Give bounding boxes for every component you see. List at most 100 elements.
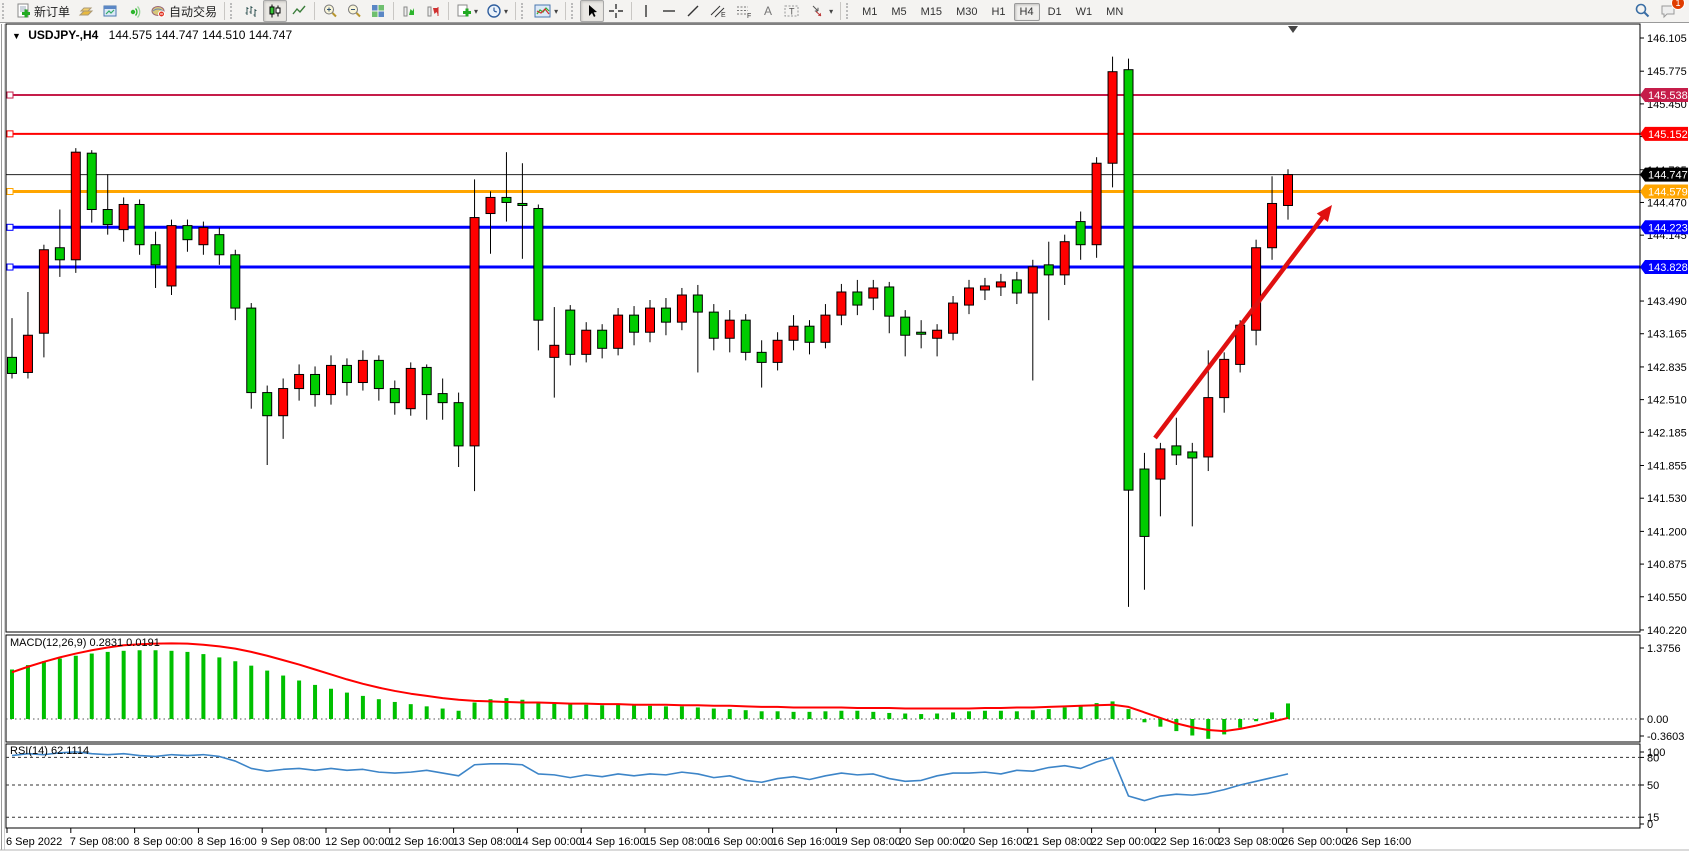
macd-histogram-bar (935, 714, 939, 720)
trendline-button[interactable] (681, 0, 705, 22)
candle-body (1220, 359, 1229, 397)
svg-text:E: E (721, 12, 726, 19)
trend-arrow[interactable] (1155, 205, 1332, 438)
signals-button[interactable] (122, 0, 146, 22)
candle-body (1124, 70, 1133, 490)
toolbar-grip[interactable] (230, 3, 237, 19)
toolbar-grip[interactable] (571, 3, 578, 19)
collapse-icon[interactable]: ▼ (12, 31, 21, 41)
toolbar-separator (314, 2, 315, 20)
chart-canvas[interactable]: 146.105145.775145.450145.125144.795144.4… (0, 0, 1689, 852)
candle-body (709, 312, 718, 338)
hline-anchor[interactable] (7, 131, 13, 137)
candle-body (263, 393, 272, 416)
equidistant-channel-button[interactable]: E (705, 0, 731, 22)
candle-body (470, 218, 479, 446)
candle-body (55, 248, 64, 260)
toolbar-grip[interactable] (846, 3, 853, 19)
fibonacci-button[interactable]: F (731, 0, 757, 22)
template-icon (534, 3, 552, 19)
timeframe-button-H1[interactable]: H1 (985, 3, 1011, 21)
candle-body (1252, 248, 1261, 330)
rsi-label: RSI(14) 62.1114 (10, 745, 89, 757)
horizontal-line-button[interactable] (657, 0, 681, 22)
timeframe-button-M1[interactable]: M1 (856, 3, 883, 21)
candle-body (630, 315, 639, 332)
chart-window-button[interactable] (98, 0, 122, 22)
shift-marker-icon[interactable] (1288, 26, 1298, 33)
candle-body (1076, 222, 1085, 245)
timeframe-button-M5[interactable]: M5 (885, 3, 912, 21)
cursor-button[interactable] (580, 0, 604, 22)
candles (8, 57, 1293, 607)
notification-badge: 1 (1671, 0, 1685, 10)
arrows-button[interactable]: ▾ (805, 0, 837, 22)
channel-icon: E (709, 3, 727, 19)
price-tick-label: 141.200 (1647, 526, 1687, 538)
autotrading-button[interactable]: 自动交易 (146, 0, 221, 22)
chevron-down-icon: ▾ (474, 7, 478, 16)
timeframe-button-M15[interactable]: M15 (915, 3, 948, 21)
time-label: 26 Sep 00:00 (1282, 836, 1347, 848)
time-axis[interactable]: 6 Sep 20227 Sep 08:008 Sep 00:008 Sep 16… (6, 828, 1411, 848)
horizontal-line-icon (661, 3, 677, 19)
timeframe-button-D1[interactable]: D1 (1042, 3, 1068, 21)
macd-histogram-bar (473, 703, 477, 720)
text-label-button[interactable]: T (779, 0, 805, 22)
vertical-line-button[interactable] (635, 0, 657, 22)
time-label: 20 Sep 16:00 (963, 836, 1028, 848)
hline-anchor[interactable] (7, 189, 13, 195)
macd-histogram-bar (871, 712, 875, 719)
chevron-down-icon: ▾ (829, 7, 833, 16)
svg-text:T: T (789, 7, 795, 17)
zoom-out-button[interactable] (342, 0, 366, 22)
candle-body (406, 368, 415, 408)
line-chart-button[interactable] (287, 0, 311, 22)
macd-histogram-bar (122, 651, 126, 719)
hline-anchor[interactable] (7, 264, 13, 270)
hline-objects[interactable] (6, 92, 1640, 270)
candle-body (454, 403, 463, 446)
profile-sell-button[interactable] (421, 0, 445, 22)
candle-body (933, 330, 942, 338)
macd-histogram-bar (584, 705, 588, 719)
crosshair-button[interactable] (604, 0, 628, 22)
search-button[interactable] (1629, 0, 1655, 22)
candle-body (741, 320, 750, 352)
hline-anchor[interactable] (7, 224, 13, 230)
periods-button[interactable]: ▾ (482, 0, 512, 22)
hline-anchor[interactable] (7, 92, 13, 98)
timeframe-button-H4[interactable]: H4 (1014, 3, 1040, 21)
arrow-line[interactable] (1155, 215, 1325, 438)
macd-histogram-bar (1031, 710, 1035, 719)
macd-axis-label: 1.3756 (1647, 643, 1681, 655)
candlestick-chart-button[interactable] (263, 0, 287, 22)
profile-buy-button[interactable] (397, 0, 421, 22)
macd-histogram-bar (823, 711, 827, 719)
indicators-button[interactable]: ▾ (452, 0, 482, 22)
zoom-in-button[interactable] (318, 0, 342, 22)
timeframe-bar: M1M5M15M30H1H4D1W1MN (855, 2, 1130, 20)
bar-chart-button[interactable] (239, 0, 263, 22)
new-order-button[interactable]: 新订单 (11, 0, 74, 22)
timeframe-button-W1[interactable]: W1 (1070, 3, 1099, 21)
tile-windows-button[interactable] (366, 0, 390, 22)
time-label: 23 Sep 08:00 (1218, 836, 1283, 848)
toolbar-grip[interactable] (521, 3, 528, 19)
notifications-button[interactable]: 1 (1655, 0, 1681, 22)
candle-body (1188, 452, 1197, 458)
candle-body (1060, 242, 1069, 275)
macd-histogram-bar (74, 656, 78, 719)
market-watch-button[interactable] (74, 0, 98, 22)
macd-axis-label: -0.3603 (1647, 731, 1684, 743)
templates-button[interactable]: ▾ (530, 0, 562, 22)
timeframe-button-MN[interactable]: MN (1100, 3, 1129, 21)
toolbar-grip[interactable] (2, 3, 9, 19)
timeframe-button-M30[interactable]: M30 (950, 3, 983, 21)
price-axis[interactable]: 146.105145.775145.450145.125144.795144.4… (1640, 33, 1687, 637)
candle-body (1140, 469, 1149, 536)
text-button[interactable]: A (757, 0, 779, 22)
macd-histogram-bar (568, 704, 572, 719)
macd-histogram-bar (249, 666, 253, 719)
time-label: 12 Sep 00:00 (325, 836, 390, 848)
